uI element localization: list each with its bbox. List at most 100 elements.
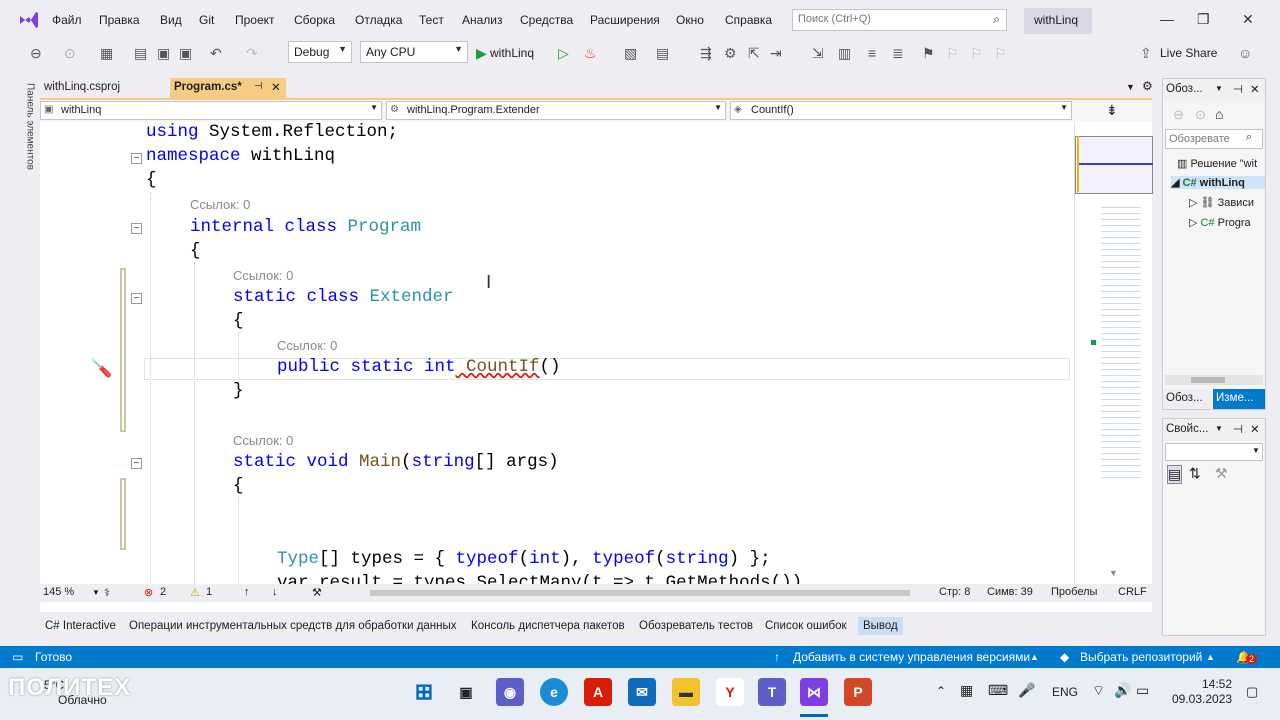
menu-edit[interactable]: Правка [99,13,140,27]
live-share-icon[interactable]: ⇪ [1140,43,1152,63]
scroll-down-icon[interactable]: ▼ [1109,568,1118,578]
references-hint[interactable]: Ссылок: 0 [190,197,250,212]
settings-icon[interactable]: ⚙ [1142,79,1153,93]
start-label[interactable]: withLinq [490,43,534,63]
start-menu-icon[interactable]: ⊞ [410,678,438,706]
hot-reload-icon[interactable]: ♨ [584,43,597,63]
back-icon[interactable]: ⊖ [1173,107,1184,123]
tab-output[interactable]: Вывод [858,617,903,635]
warning-icon[interactable]: ⚠ [190,586,200,599]
tab-data-operations[interactable]: Операции инструментальных средств для об… [129,620,457,632]
toolbar-icon-h[interactable]: ▥ [838,43,851,63]
toolbar-icon-d[interactable]: ⚙ [724,43,737,63]
tab-git-changes[interactable]: Изме... [1213,389,1265,409]
line-number[interactable]: Стр: 8 [939,586,970,598]
chevron-down-icon[interactable]: ▼ [1215,84,1223,93]
line-ending[interactable]: CRLF [1118,586,1147,598]
fold-toggle[interactable]: − [131,153,142,164]
acrobat-icon[interactable]: A [584,678,612,706]
map-viewport[interactable] [1075,136,1153,194]
fold-toggle[interactable]: − [131,458,142,469]
bookmark-next-icon[interactable]: ⚐ [970,43,983,63]
project-dropdown[interactable]: ▣ withLinq ▼ [40,101,382,120]
menu-help[interactable]: Справка [725,13,772,27]
pin-icon[interactable]: ⊣ [254,81,263,92]
menu-tools[interactable]: Средства [520,13,573,27]
close-icon[interactable]: ✕ [1250,422,1260,436]
home-icon[interactable]: ⌂ [1215,106,1223,122]
pin-icon[interactable]: ⊣ [1233,82,1243,96]
select-repository[interactable]: Выбрать репозиторий [1080,650,1202,664]
tab-package-console[interactable]: Консоль диспетчера пакетов [471,620,625,632]
language-indicator[interactable]: ENG [1052,685,1078,699]
teams-chat-icon[interactable]: ◉ [496,678,524,706]
feedback-icon[interactable]: ☺ [1238,43,1252,63]
alphabetical-icon[interactable]: ⇅ [1189,465,1201,482]
undo-icon[interactable]: ↶ [210,43,222,63]
edge-icon[interactable]: e [540,678,568,706]
fold-toggle[interactable]: − [131,223,142,234]
indent-mode[interactable]: Пробелы [1051,586,1097,598]
tab-list-icon[interactable]: ▼ [1126,82,1135,92]
back-icon[interactable]: ⊖ [30,43,42,63]
menu-test[interactable]: Тест [419,13,444,27]
bookmark-icon[interactable]: ⚑ [922,43,935,63]
fold-toggle[interactable]: − [131,293,142,304]
chevron-down-icon[interactable]: ▼ [1215,424,1223,433]
new-project-icon[interactable]: ▦ [100,43,113,63]
toolbar-icon-e[interactable]: ⇱ [748,43,760,63]
toolbar-icon-a[interactable]: ▧ [624,43,637,63]
close-icon[interactable]: ✕ [1242,11,1254,28]
chevron-down-icon[interactable]: ▼ [92,588,100,597]
add-to-source-control[interactable]: Добавить в систему управления версиями [793,650,1030,664]
menu-analyze[interactable]: Анализ [462,13,503,27]
toolbox-side-tab[interactable]: Панель элементов [10,76,36,186]
save-all-icon[interactable]: ▣ [179,43,192,63]
menu-debug[interactable]: Отладка [355,13,402,27]
uncomment-icon[interactable]: ≣ [892,43,904,63]
code-editor[interactable]: − − − − 🪛 using System.Reflection; names… [40,122,1074,584]
scrollbar-map[interactable]: ▼ [1074,122,1153,584]
properties-object-select[interactable]: ▼ [1165,443,1263,461]
tab-csharp-interactive[interactable]: C# Interactive [45,620,116,632]
menu-build[interactable]: Сборка [294,13,335,27]
pin-icon[interactable]: ⊣ [1233,422,1243,436]
keyboard-icon[interactable]: ⌨ [988,682,1008,699]
volume-icon[interactable]: 🔊 [1114,682,1131,699]
menu-extensions[interactable]: Расширения [590,13,660,27]
battery-icon[interactable]: ▭ [1136,682,1149,699]
clock-date[interactable]: 09.03.2023 [1172,692,1232,706]
explorer-icon[interactable]: ▬ [672,678,700,706]
minimize-icon[interactable]: — [1160,11,1174,27]
wifi-icon[interactable]: ⌔ [1092,682,1105,700]
config-select[interactable]: Debug ▼ [288,41,352,63]
clock-time[interactable]: 14:52 [1202,677,1232,691]
mail-icon[interactable]: ✉ [628,678,656,706]
platform-select[interactable]: Any CPU ▼ [360,41,468,63]
tab-test-explorer[interactable]: Обозреватель тестов [639,620,753,632]
forward-icon[interactable]: ⊙ [64,43,76,63]
tab-error-list[interactable]: Список ошибок [765,620,847,632]
yandex-icon[interactable]: Y [716,678,744,706]
references-hint[interactable]: Ссылок: 0 [233,433,293,448]
bookmark-clear-icon[interactable]: ⚐ [994,43,1007,63]
powerpoint-icon[interactable]: P [844,678,872,706]
redo-icon[interactable]: ↷ [246,43,258,63]
close-tab-icon[interactable]: ✕ [271,80,281,94]
tab-solution-explorer[interactable]: Обоз... [1163,389,1211,409]
toolbar-icon-f[interactable]: ⇥ [770,43,782,63]
notification-count[interactable]: 2 [1246,654,1258,664]
error-count[interactable]: 2 [160,586,166,598]
visual-studio-taskbar-icon[interactable]: ⋈ [800,678,828,706]
save-icon[interactable]: ▣ [157,43,170,63]
close-icon[interactable]: ✕ [1250,82,1260,96]
zoom-level[interactable]: 145 % [43,586,74,598]
task-view-icon[interactable]: ▣ [452,678,480,706]
horizontal-scrollbar[interactable] [370,590,910,596]
references-hint[interactable]: Ссылок: 0 [233,268,293,283]
toolbar-icon-g[interactable]: ⇲ [812,43,824,63]
warning-count[interactable]: 1 [206,586,212,598]
start-icon[interactable]: ▶ [476,43,487,63]
tree-project[interactable]: ◢ C# withLinq [1171,176,1265,189]
menu-window[interactable]: Окно [676,13,704,27]
